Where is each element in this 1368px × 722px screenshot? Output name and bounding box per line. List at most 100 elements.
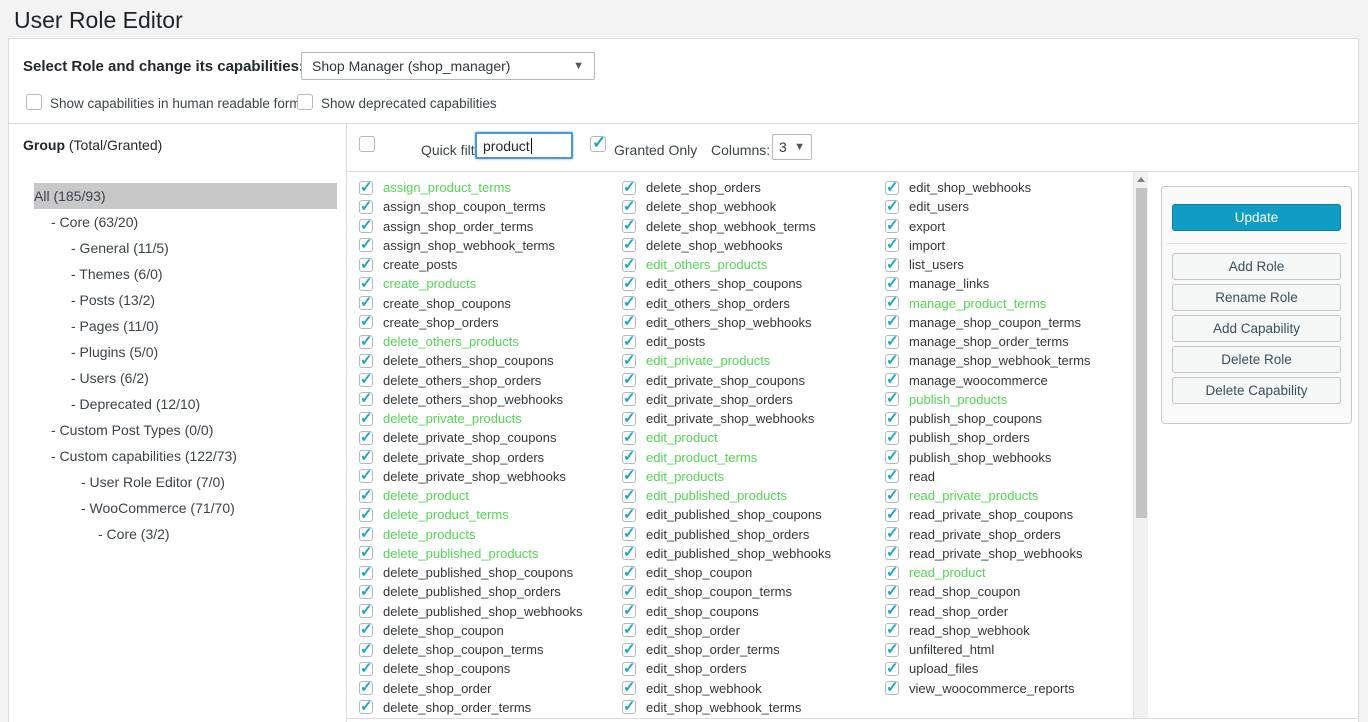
human-readable-checkbox[interactable] [26,94,42,110]
capability-checkbox[interactable] [359,700,373,714]
columns-select[interactable]: 3 ▼ [772,134,812,160]
capability-checkbox[interactable] [885,546,899,560]
capability-checkbox[interactable] [622,258,636,272]
capability-checkbox[interactable] [359,643,373,657]
capability-checkbox[interactable] [622,315,636,329]
capability-checkbox[interactable] [885,623,899,637]
capability-checkbox[interactable] [622,604,636,618]
capability-checkbox[interactable] [622,238,636,252]
capability-checkbox[interactable] [622,296,636,310]
capability-checkbox[interactable] [359,431,373,445]
capability-checkbox[interactable] [622,200,636,214]
capability-checkbox[interactable] [359,489,373,503]
capability-checkbox[interactable] [622,700,636,714]
capability-checkbox[interactable] [885,508,899,522]
capability-checkbox[interactable] [359,585,373,599]
capability-checkbox[interactable] [622,643,636,657]
capability-checkbox[interactable] [359,623,373,637]
capability-checkbox[interactable] [359,258,373,272]
update-button[interactable]: Update [1172,204,1341,231]
capability-checkbox[interactable] [885,238,899,252]
capability-checkbox[interactable] [885,315,899,329]
capability-checkbox[interactable] [885,469,899,483]
capability-checkbox[interactable] [622,527,636,541]
group-tree-item[interactable]: - Posts (13/2) [34,287,337,313]
capability-checkbox[interactable] [359,450,373,464]
capability-checkbox[interactable] [885,489,899,503]
role-action-button[interactable]: Delete Role [1172,346,1341,373]
capability-checkbox[interactable] [885,431,899,445]
capability-checkbox[interactable] [622,373,636,387]
capability-checkbox[interactable] [359,181,373,195]
capability-checkbox[interactable] [622,566,636,580]
role-action-button[interactable]: Delete Capability [1172,377,1341,404]
capability-checkbox[interactable] [359,681,373,695]
capability-checkbox[interactable] [885,392,899,406]
capability-checkbox[interactable] [359,604,373,618]
capability-checkbox[interactable] [622,662,636,676]
capability-checkbox[interactable] [622,277,636,291]
show-deprecated-checkbox[interactable] [297,94,313,110]
capabilities-scrollbar[interactable] [1133,172,1148,718]
role-select[interactable]: Shop Manager (shop_manager) ▼ [301,52,595,80]
group-tree-item[interactable]: - Custom capabilities (122/73) [34,443,337,469]
group-tree-item[interactable]: - Custom Post Types (0/0) [34,417,337,443]
capability-checkbox[interactable] [622,489,636,503]
role-action-button[interactable]: Add Capability [1172,315,1341,342]
capability-checkbox[interactable] [359,546,373,560]
capability-checkbox[interactable] [885,219,899,233]
group-tree-item[interactable]: - Themes (6/0) [34,261,337,287]
group-tree-item[interactable]: - User Role Editor (7/0) [34,469,337,495]
group-tree-item[interactable]: - WooCommerce (71/70) [34,495,337,521]
capability-checkbox[interactable] [622,335,636,349]
granted-only-checkbox[interactable] [590,136,606,152]
group-tree-item[interactable]: - Deprecated (12/10) [34,391,337,417]
capability-checkbox[interactable] [885,604,899,618]
capability-checkbox[interactable] [622,623,636,637]
group-tree-item[interactable]: All (185/93) [34,183,337,209]
group-tree-item[interactable]: - General (11/5) [34,235,337,261]
capability-checkbox[interactable] [885,296,899,310]
group-tree-item[interactable]: - Core (63/20) [34,209,337,235]
capability-checkbox[interactable] [885,412,899,426]
capability-checkbox[interactable] [359,508,373,522]
capability-checkbox[interactable] [885,585,899,599]
capability-checkbox[interactable] [885,181,899,195]
capability-checkbox[interactable] [359,296,373,310]
capability-checkbox[interactable] [622,450,636,464]
capability-checkbox[interactable] [359,335,373,349]
capability-checkbox[interactable] [359,662,373,676]
capability-checkbox[interactable] [885,566,899,580]
capability-checkbox[interactable] [622,392,636,406]
capability-checkbox[interactable] [359,277,373,291]
capability-checkbox[interactable] [622,469,636,483]
capability-checkbox[interactable] [359,392,373,406]
capability-checkbox[interactable] [359,527,373,541]
group-tree-item[interactable]: - Core (3/2) [34,521,337,547]
capability-checkbox[interactable] [885,643,899,657]
scroll-up-icon[interactable] [1137,177,1145,182]
capability-checkbox[interactable] [359,373,373,387]
capability-checkbox[interactable] [622,681,636,695]
group-tree-item[interactable]: - Pages (11/0) [34,313,337,339]
capability-checkbox[interactable] [622,546,636,560]
capability-checkbox[interactable] [885,258,899,272]
capability-checkbox[interactable] [359,354,373,368]
capability-checkbox[interactable] [622,431,636,445]
capability-checkbox[interactable] [359,238,373,252]
capability-checkbox[interactable] [359,200,373,214]
capability-checkbox[interactable] [359,412,373,426]
capability-checkbox[interactable] [622,585,636,599]
capability-checkbox[interactable] [359,219,373,233]
capability-checkbox[interactable] [622,181,636,195]
capability-checkbox[interactable] [359,315,373,329]
select-all-checkbox[interactable] [359,136,375,152]
scrollbar-thumb[interactable] [1136,188,1147,518]
capability-checkbox[interactable] [622,508,636,522]
role-action-button[interactable]: Rename Role [1172,284,1341,311]
capability-checkbox[interactable] [622,354,636,368]
capability-checkbox[interactable] [885,527,899,541]
group-tree-item[interactable]: - Users (6/2) [34,365,337,391]
quick-filter-input[interactable]: product [475,132,573,159]
role-action-button[interactable]: Add Role [1172,253,1341,280]
